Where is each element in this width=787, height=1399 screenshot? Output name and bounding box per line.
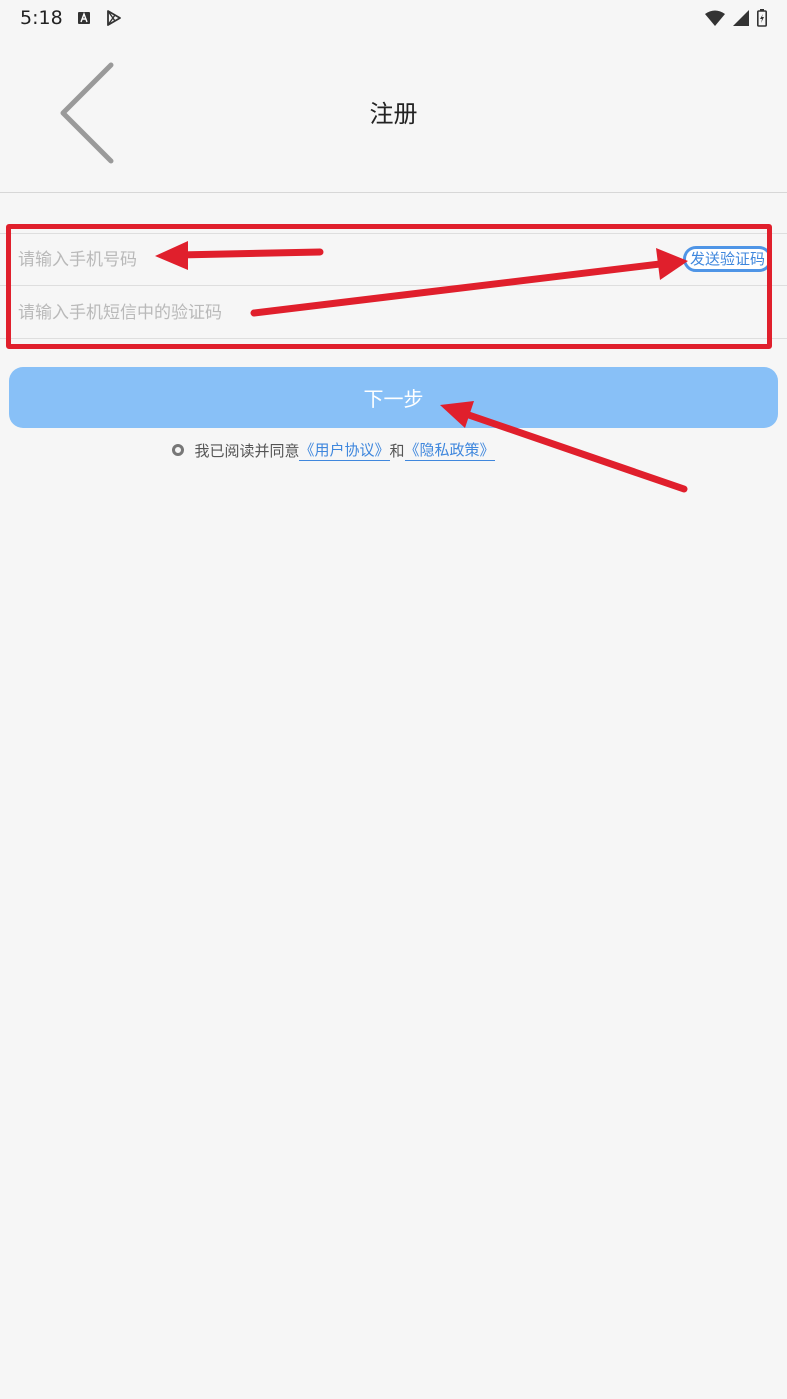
status-time: 5:18 <box>20 7 63 29</box>
status-bar: 5:18 <box>0 0 787 36</box>
phone-input[interactable] <box>16 238 540 281</box>
annotation-arrows <box>155 241 688 493</box>
battery-icon <box>757 9 767 27</box>
text-app-icon <box>77 11 91 25</box>
signal-icon <box>733 10 749 26</box>
agree-radio[interactable] <box>172 444 185 456</box>
send-code-button[interactable]: 发送验证码 <box>682 246 772 272</box>
agreement-and: 和 <box>389 441 405 460</box>
status-left: 5:18 <box>20 7 123 29</box>
user-agreement-link[interactable]: 《用户协议》 <box>299 439 390 461</box>
privacy-policy-link[interactable]: 《隐私政策》 <box>404 439 495 461</box>
app-header: 注册 <box>0 36 787 193</box>
registration-screen: 5:18 注册 请输入手机号码 发送验证码 请输入手机短信中的验证码 下一步 我… <box>0 0 787 1399</box>
page-title: 注册 <box>369 100 418 128</box>
registration-form: 发送验证码 <box>0 233 787 339</box>
play-store-icon <box>105 9 123 27</box>
next-step-button[interactable]: 下一步 <box>9 367 778 428</box>
wifi-icon <box>705 10 725 26</box>
phone-row: 发送验证码 <box>0 234 787 286</box>
status-right <box>705 9 767 27</box>
agreement-prefix: 我已阅读并同意 <box>194 441 300 460</box>
verification-code-input[interactable] <box>16 292 540 334</box>
code-row <box>0 287 787 339</box>
agreement-line: 我已阅读并同意 《用户协议》 和 《隐私政策》 <box>0 439 787 461</box>
